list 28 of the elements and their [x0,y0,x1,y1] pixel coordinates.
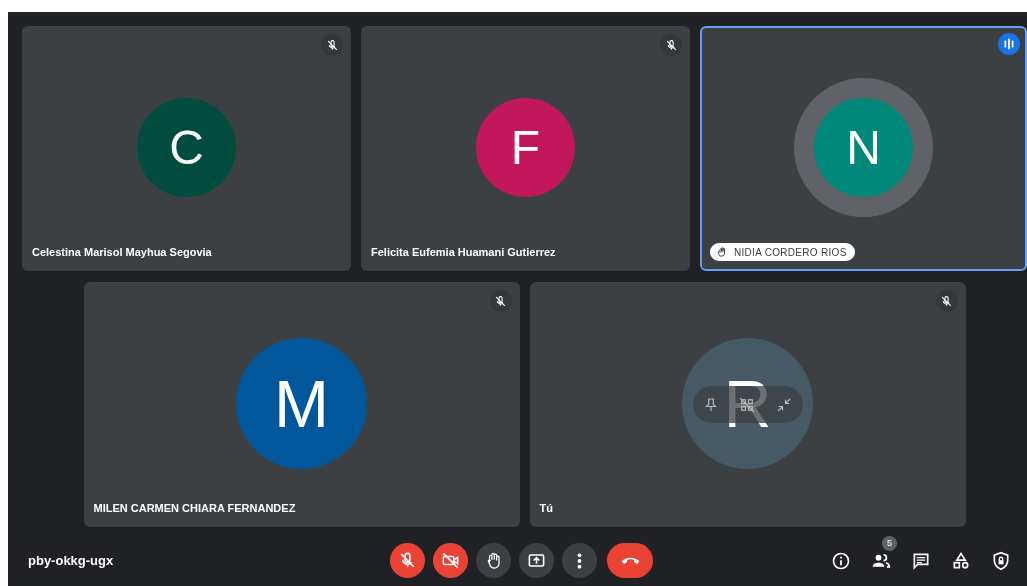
name-label: NIDIA CORDERO RIOS [710,243,855,261]
avatar: M [236,338,367,469]
participant-name: Tú [539,502,553,514]
hand-button[interactable] [476,543,511,578]
camera-button[interactable] [433,543,468,578]
more-button[interactable] [562,543,597,578]
hand-icon [716,246,728,258]
phone-hangup-icon [620,556,640,565]
participant-count: 5 [882,535,897,551]
meeting-code: pby-okkg-ugx [28,553,115,568]
present-button[interactable] [519,543,554,578]
audio-level-icon [998,33,1020,55]
info-icon [831,550,851,571]
mic-button[interactable] [390,543,425,578]
mic-off-icon [398,551,417,570]
end-button[interactable] [607,543,653,578]
avatar: C [137,98,236,197]
avatar: F [476,98,575,197]
participant-name: Celestina Marisol Mayhua Segovia [32,246,212,258]
shapes-icon [951,550,971,571]
shield-lock-icon [991,550,1011,571]
participant-name: MILEN CARMEN CHIARA FERNANDEZ [93,502,296,514]
avatar: N [814,98,913,197]
participant-name: Felicita Eufemia Huamani Gutierrez [371,246,556,258]
grid-off-icon[interactable] [738,395,757,414]
more-icon [577,552,582,569]
present-screen-icon [527,551,546,570]
camera-off-icon [441,551,460,570]
